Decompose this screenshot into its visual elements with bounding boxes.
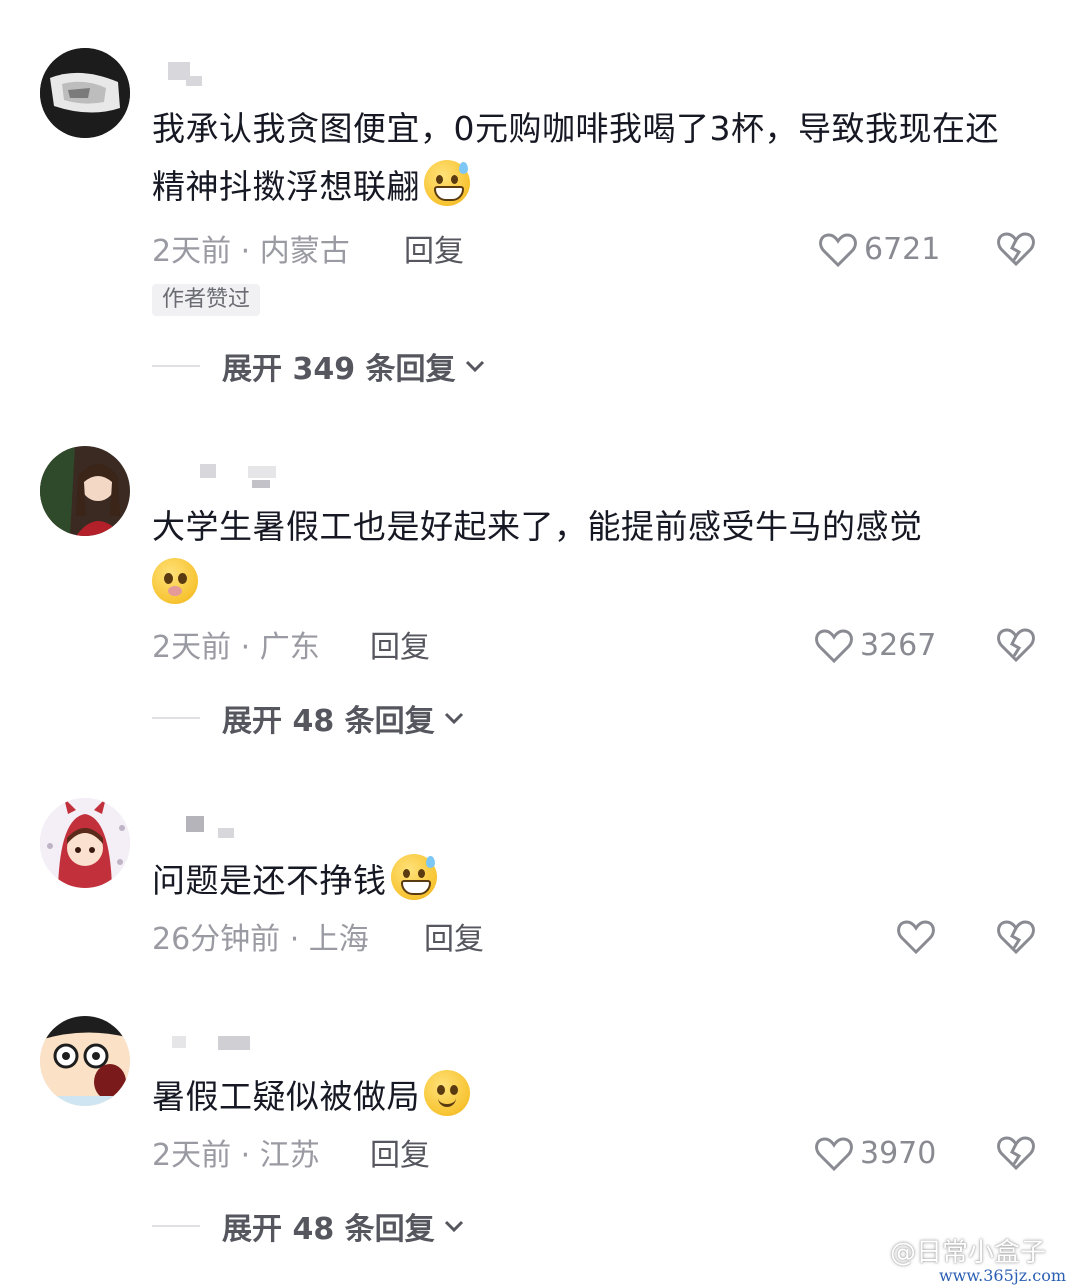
expand-label: 展开 48 条回复 <box>222 1212 435 1247</box>
comment-meta: 2天前 · 内蒙古 <box>152 234 350 269</box>
avatar[interactable] <box>40 1016 130 1106</box>
heart-icon <box>815 629 853 664</box>
divider-line <box>152 1225 200 1227</box>
like-button[interactable]: 6721 <box>818 230 940 270</box>
cartoon-girl-avatar-image <box>40 798 130 888</box>
reply-button[interactable]: 回复 <box>370 1136 430 1176</box>
expand-label: 展开 48 条回复 <box>222 704 435 739</box>
comment-meta: 2天前 · 江苏 <box>152 1138 320 1173</box>
grin-sweat-emoji-icon <box>424 160 470 206</box>
broken-heart-icon <box>997 920 1035 955</box>
comment-text: 我承认我贪图便宜，0元购咖啡我喝了3杯，导致我现在还精神抖擞浮想联翩 <box>152 109 999 206</box>
comment-meta: 2天前 · 广东 <box>152 630 320 665</box>
chevron-down-icon <box>465 360 484 373</box>
watermark-url: www.365jz.com <box>938 1266 1066 1285</box>
cartoon-boy-avatar-image <box>40 1016 130 1106</box>
dislike-button[interactable] <box>996 1134 1036 1176</box>
divider-line <box>152 717 200 719</box>
expand-replies-button[interactable]: 展开 48 条回复 <box>152 1204 465 1248</box>
pleading-emoji-icon <box>152 558 198 604</box>
comment-meta: 26分钟前 · 上海 <box>152 922 369 957</box>
broken-heart-icon <box>997 628 1035 663</box>
dislike-button[interactable] <box>996 918 1036 960</box>
broken-heart-icon <box>997 1136 1035 1171</box>
car-mirror-avatar-image <box>40 48 130 138</box>
expand-replies-button[interactable]: 展开 349 条回复 <box>152 344 486 388</box>
like-count: 3970 <box>860 1136 937 1171</box>
like-count: 3267 <box>860 628 937 663</box>
reply-button[interactable]: 回复 <box>370 628 430 668</box>
heart-icon <box>897 920 935 955</box>
divider-line <box>152 365 200 367</box>
avatar[interactable] <box>40 798 130 888</box>
author-liked-badge: 作者赞过 <box>152 284 261 316</box>
like-button[interactable]: 3970 <box>814 1134 936 1174</box>
broken-heart-icon <box>997 232 1035 267</box>
dislike-button[interactable] <box>996 230 1036 272</box>
avatar[interactable] <box>40 48 130 138</box>
expand-replies-button[interactable]: 展开 48 条回复 <box>152 696 465 740</box>
comment-text: 暑假工疑似被做局 <box>152 1068 1022 1126</box>
chevron-down-icon <box>444 1220 463 1233</box>
comment-text: 大学生暑假工也是好起来了，能提前感受牛马的感觉 <box>152 498 1022 614</box>
expand-label: 展开 349 条回复 <box>222 352 456 387</box>
heart-icon <box>819 233 857 268</box>
like-button[interactable]: 3267 <box>814 626 936 666</box>
like-button[interactable] <box>896 918 942 956</box>
avatar[interactable] <box>40 446 130 536</box>
grin-sweat-emoji-icon <box>390 854 437 900</box>
dislike-button[interactable] <box>996 626 1036 668</box>
chevron-down-icon <box>444 712 463 725</box>
reply-button[interactable]: 回复 <box>404 232 464 272</box>
like-count: 6721 <box>864 232 941 267</box>
watermark-text: @日常小盒子 <box>889 1238 1046 1268</box>
portrait-avatar-image <box>40 446 130 536</box>
smile-emoji-icon <box>424 1070 470 1116</box>
comment-text: 问题是还不挣钱 <box>152 852 1022 910</box>
heart-icon <box>815 1137 853 1172</box>
reply-button[interactable]: 回复 <box>424 920 484 960</box>
